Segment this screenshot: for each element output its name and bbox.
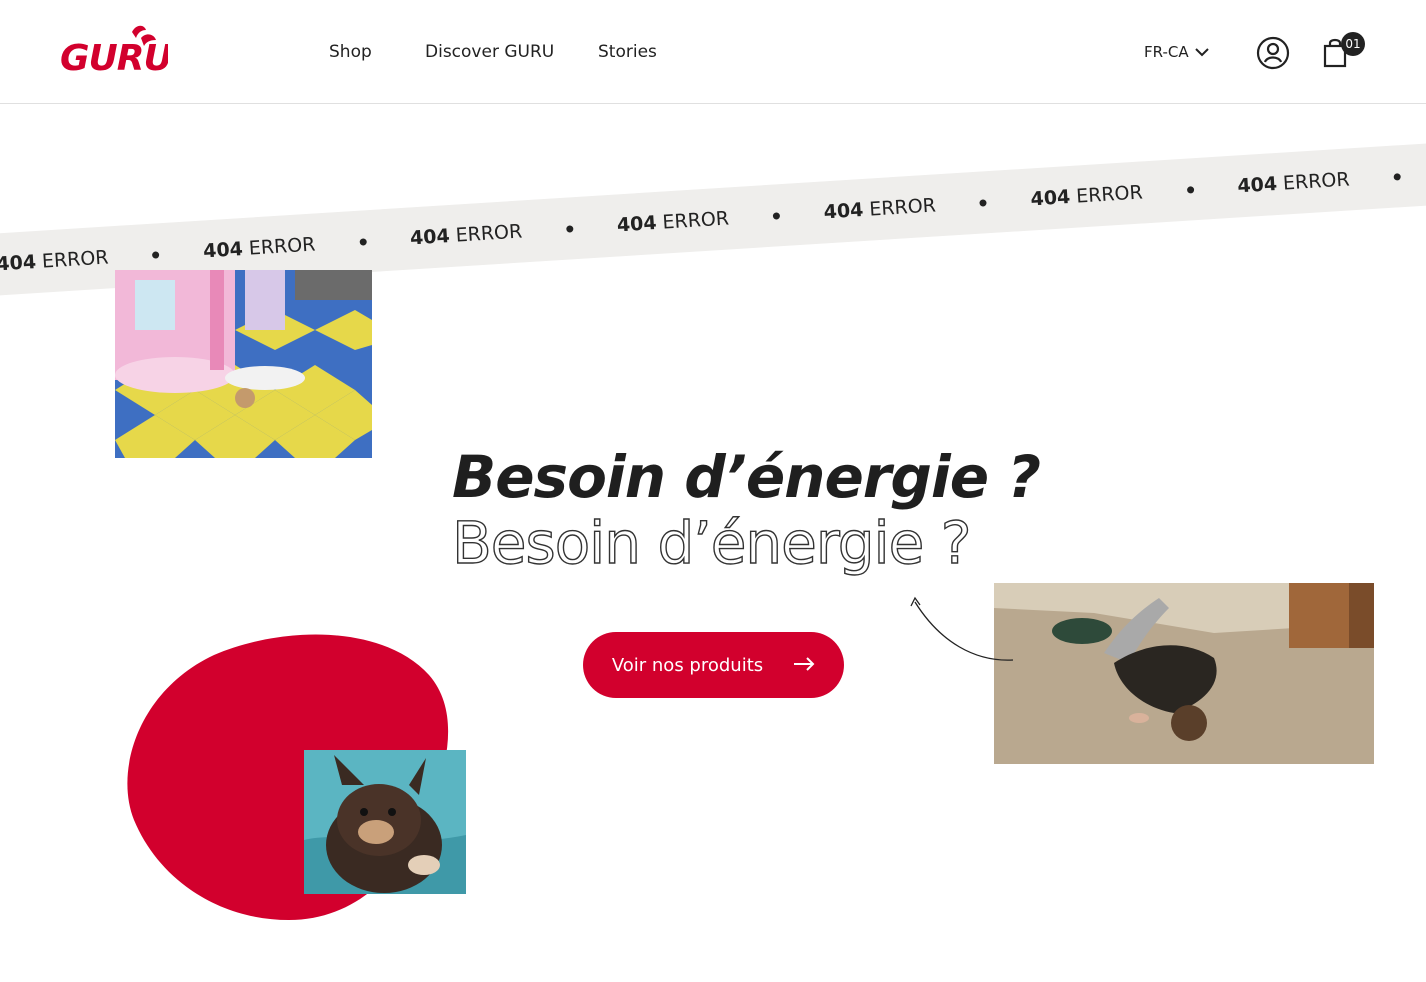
ticker-number: 404 <box>202 238 244 263</box>
account-icon <box>1256 36 1290 74</box>
ticker-item: 404 ERROR <box>823 194 936 223</box>
ticker-number: 404 <box>409 225 451 250</box>
ticker-item: 404 ERROR <box>1237 168 1350 197</box>
ticker-word: ERROR <box>248 233 316 260</box>
guru-logo[interactable]: GURU <box>58 22 168 78</box>
ticker-word: ERROR <box>455 220 523 247</box>
ticker-number: 404 <box>1236 172 1278 198</box>
account-button[interactable] <box>1256 36 1290 70</box>
shopping-bag-icon <box>1322 38 1352 72</box>
language-selector[interactable]: FR-CA <box>1144 43 1209 61</box>
ticker-word: ERROR <box>1282 168 1351 195</box>
curved-arrow-icon <box>905 592 1020 667</box>
ticker-dot <box>152 250 160 259</box>
floor-photo <box>994 583 1374 764</box>
ticker-item: 404 ERROR <box>0 246 109 275</box>
language-label: FR-CA <box>1144 43 1189 61</box>
nav-stories[interactable]: Stories <box>598 42 657 62</box>
ticker-word: ERROR <box>661 207 730 234</box>
ticker-item: 404 ERROR <box>203 233 316 262</box>
ticker-dot <box>358 237 367 246</box>
ticker-item: 404 ERROR <box>409 220 522 249</box>
nav-discover-guru[interactable]: Discover GURU <box>425 42 554 62</box>
ticker-dot <box>772 211 781 220</box>
ticker-word: ERROR <box>868 194 937 221</box>
svg-text:GURU: GURU <box>60 38 168 78</box>
ticker-number: 404 <box>823 199 865 224</box>
ticker-word: ERROR <box>41 246 110 273</box>
ticker-dot <box>979 198 987 207</box>
ticker-item: 404 ERROR <box>1030 181 1143 210</box>
playground-photo <box>115 270 372 458</box>
chevron-down-icon <box>1194 43 1209 61</box>
nav-shop[interactable]: Shop <box>329 42 372 62</box>
hero-headline-outline: Besoin d’énergie ? <box>451 509 972 577</box>
cart-count-badge: 01 <box>1341 32 1365 56</box>
ticker-number: 404 <box>616 212 658 237</box>
ticker-dot <box>1393 172 1401 181</box>
ticker-item: 404 ERROR <box>616 207 729 236</box>
view-products-button[interactable]: Voir nos produits <box>583 632 844 698</box>
ticker-number: 404 <box>1029 185 1071 211</box>
ticker-number: 404 <box>0 251 37 276</box>
dog-swimming-photo <box>304 750 466 894</box>
arrow-right-icon <box>793 655 815 676</box>
hero-headline: Besoin d’énergie ? <box>452 443 1041 511</box>
ticker-dot <box>1186 185 1194 194</box>
ticker-dot <box>565 224 574 233</box>
site-header: GURU Shop Discover GURU Stories FR-CA 01 <box>0 0 1426 104</box>
ticker-word: ERROR <box>1075 181 1144 208</box>
view-products-label: Voir nos produits <box>611 654 764 676</box>
